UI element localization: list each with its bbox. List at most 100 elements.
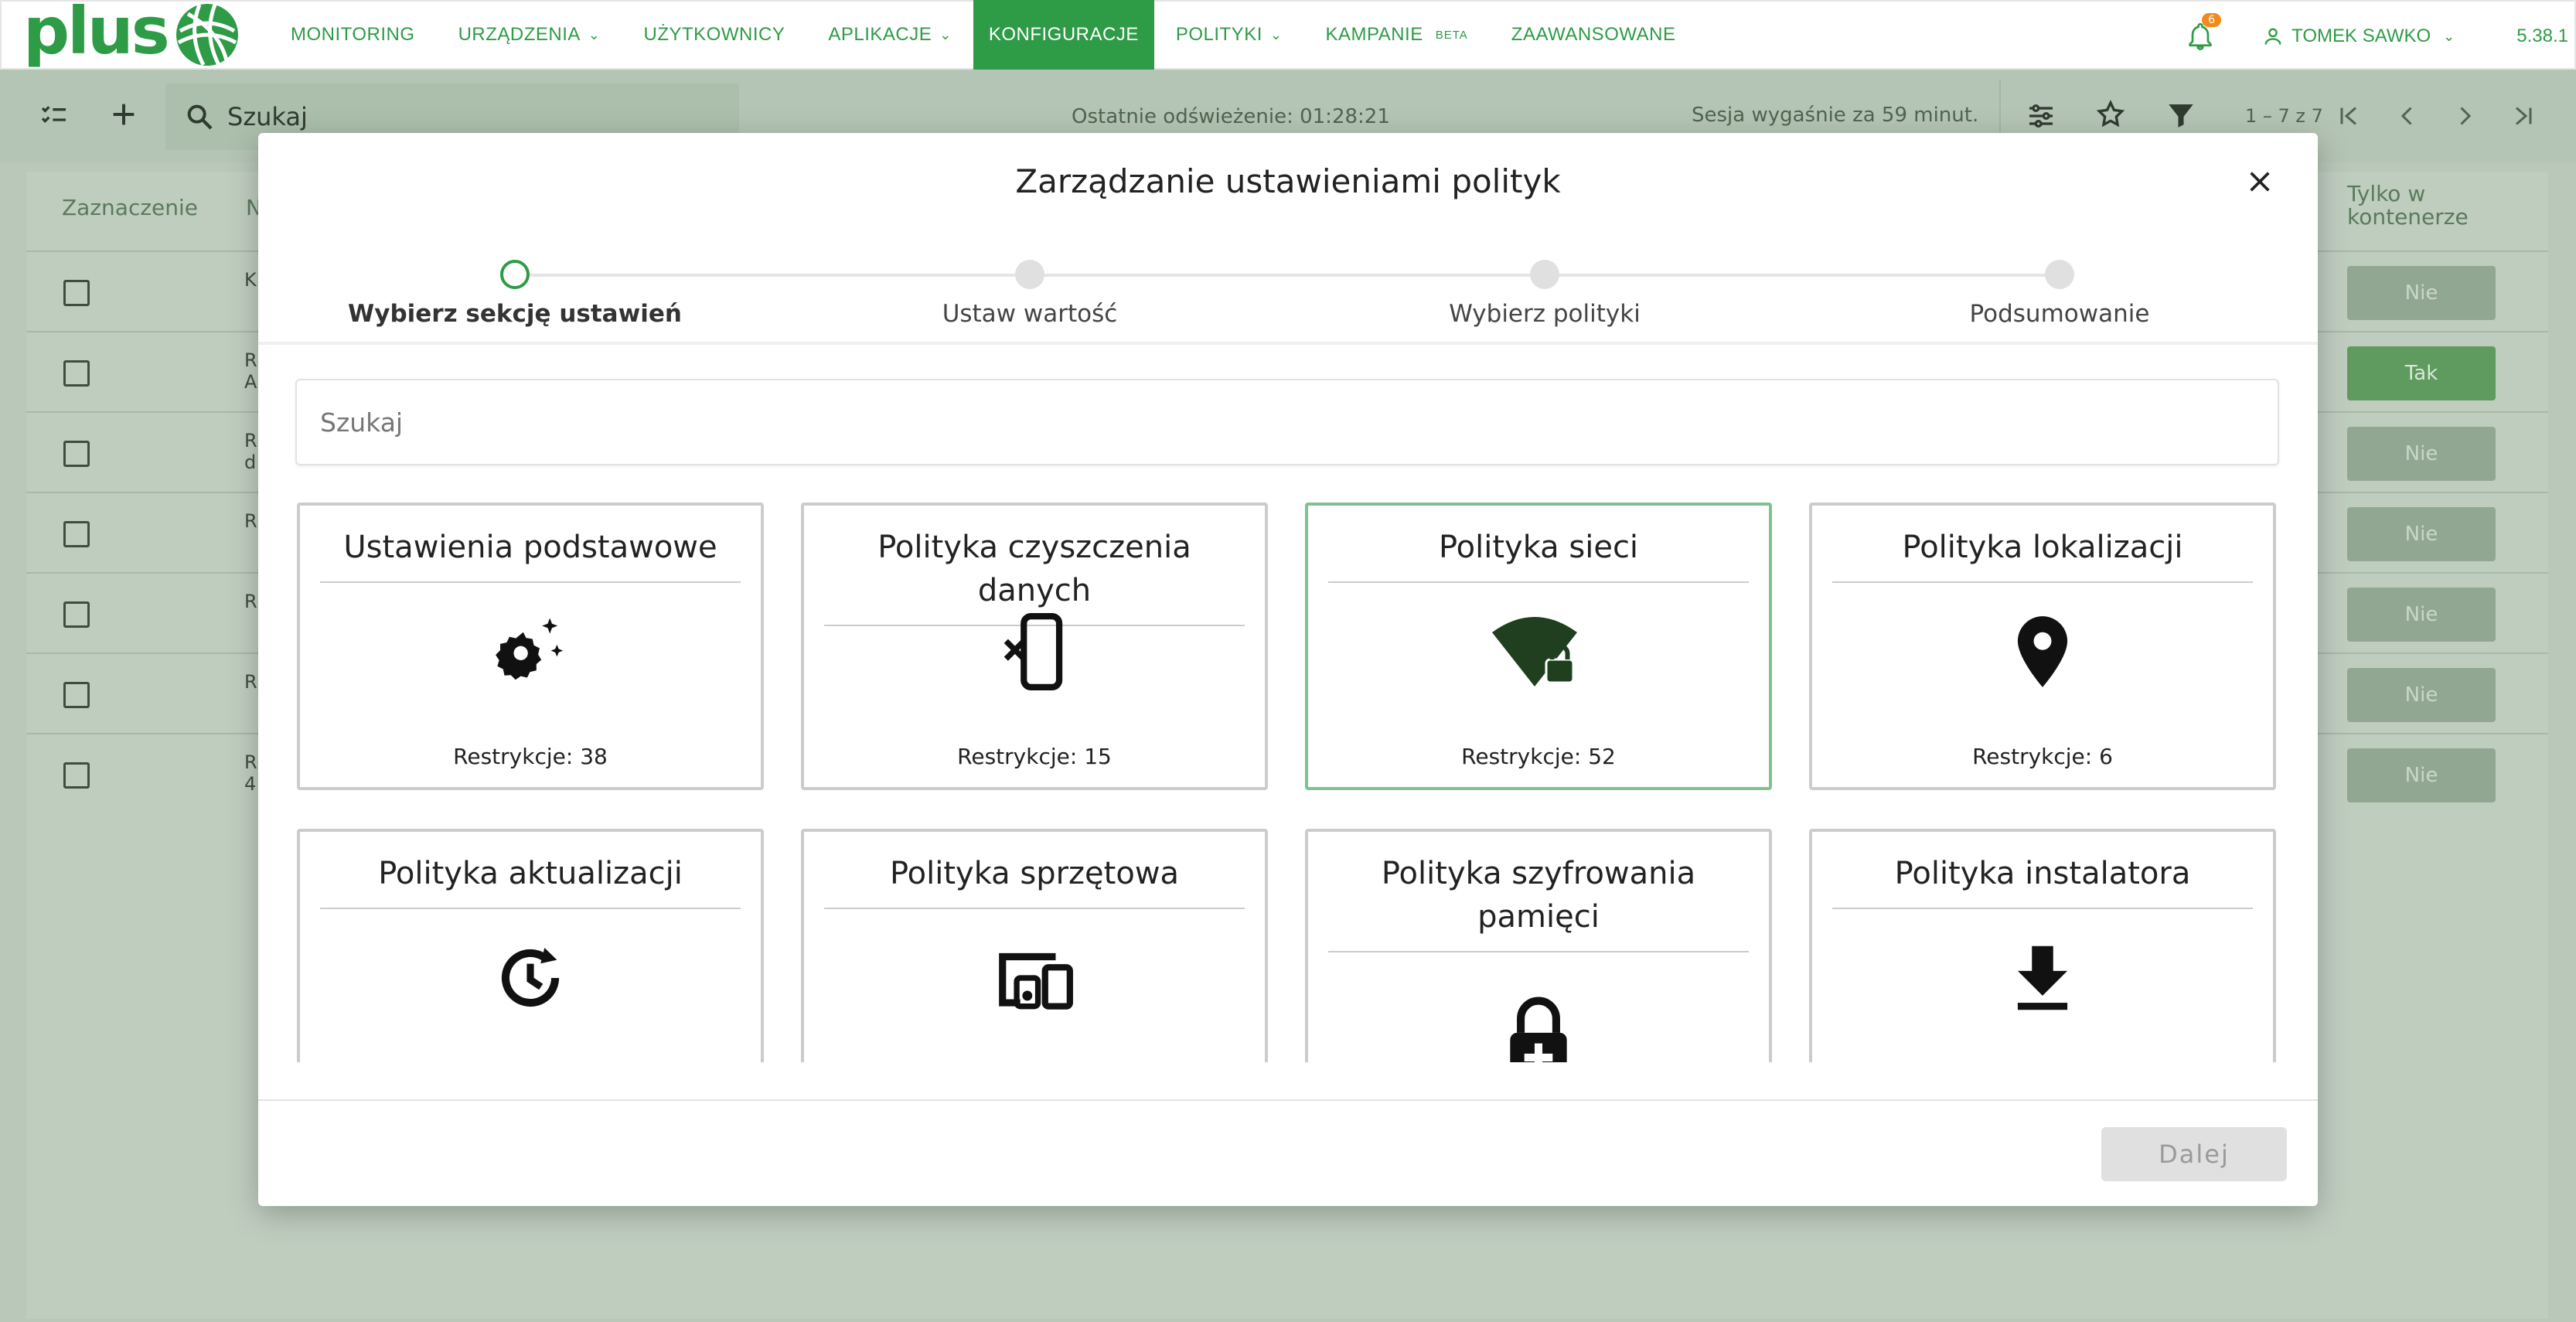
download-icon xyxy=(1812,935,2273,1020)
step-label: Ustaw wartość xyxy=(942,300,1118,328)
nav-aplikacje[interactable]: APLIKACJE ⌄ xyxy=(806,0,973,70)
previous-page-icon[interactable] xyxy=(2394,102,2421,130)
nav-kampanie[interactable]: KAMPANIE BETA xyxy=(1303,0,1489,70)
nav-zaawansowane[interactable]: ZAAWANSOWANE xyxy=(1490,0,1698,70)
user-name: TOMEK SAWKO xyxy=(2291,26,2431,46)
section-card-update-policy[interactable]: Polityka aktualizacji xyxy=(297,829,764,1062)
nav-monitoring[interactable]: MONITORING xyxy=(269,0,437,70)
first-page-icon[interactable] xyxy=(2335,102,2363,130)
container-status-pill: Nie xyxy=(2347,507,2496,561)
nav-urzadzenia[interactable]: URZĄDZENIA ⌄ xyxy=(437,0,622,70)
top-navigation-bar: plus MONITORING URZĄDZENIA ⌄ UŻYTKOWNICY … xyxy=(0,0,2576,70)
column-header-container: Tylko w kontenerze xyxy=(2347,181,2469,230)
row-name: R d xyxy=(244,430,257,473)
step-select-section: Wybierz sekcję ustawień xyxy=(322,249,708,328)
nav-label: POLITYKI xyxy=(1175,24,1262,45)
step-select-policies: Wybierz polityki xyxy=(1351,249,1738,328)
dialog-title: Zarządzanie ustawieniami polityk xyxy=(1015,162,1561,200)
restriction-count: Restrykcje: 6 xyxy=(1972,744,2113,769)
next-page-icon[interactable] xyxy=(2451,102,2479,130)
section-card-network-policy[interactable]: Polityka sieci Restrykcje: 52 xyxy=(1305,503,1772,790)
notifications-button[interactable]: 6 xyxy=(2185,13,2222,52)
step-label: Wybierz polityki xyxy=(1449,300,1641,328)
stepper-line xyxy=(515,274,2061,277)
chevron-down-icon: ⌄ xyxy=(588,26,601,43)
nav-label: MONITORING xyxy=(291,24,415,45)
card-title: Polityka szyfrowania pamięci xyxy=(1328,852,1749,952)
restriction-count: Restrykcje: 52 xyxy=(1461,744,1616,769)
app-version: 5.38.1 xyxy=(2516,26,2568,46)
column-header-select: Zaznaczenie xyxy=(62,195,199,220)
row-checkbox[interactable] xyxy=(63,360,90,387)
container-status-pill: Nie xyxy=(2347,266,2496,320)
section-card-hardware-policy[interactable]: Polityka sprzętowa xyxy=(801,829,1268,1062)
notification-count-badge: 6 xyxy=(2202,13,2222,27)
brand-logo[interactable]: plus xyxy=(2,0,269,70)
step-indicator xyxy=(1530,260,1559,289)
logo-ball-icon xyxy=(175,4,238,66)
row-checkbox[interactable] xyxy=(63,521,90,547)
chevron-down-icon: ⌄ xyxy=(2443,28,2455,44)
checklist-icon[interactable] xyxy=(37,101,71,131)
user-menu[interactable]: TOMEK SAWKO ⌄ xyxy=(2262,26,2455,47)
settings-search-input[interactable]: Szukaj xyxy=(295,379,2279,465)
tune-icon[interactable] xyxy=(2026,101,2056,131)
card-title: Polityka sieci xyxy=(1328,526,1749,583)
section-card-installer-policy[interactable]: Polityka instalatora xyxy=(1809,829,2276,1062)
restriction-count: Restrykcje: 38 xyxy=(453,744,608,769)
step-set-value: Ustaw wartość xyxy=(837,249,1223,328)
stepper-divider xyxy=(258,342,2318,345)
star-icon[interactable] xyxy=(2095,99,2126,130)
step-label: Podsumowanie xyxy=(1969,300,2150,328)
row-name: R A xyxy=(244,349,257,393)
pagination-range: 1 – 7 z 7 xyxy=(2245,105,2323,127)
row-checkbox[interactable] xyxy=(63,441,90,467)
user-icon xyxy=(2264,28,2281,45)
row-checkbox[interactable] xyxy=(63,601,90,628)
container-status-pill: Tak xyxy=(2347,346,2496,400)
nav-uzytkownicy[interactable]: UŻYTKOWNICY xyxy=(622,0,807,70)
last-page-icon[interactable] xyxy=(2510,102,2537,130)
row-name: K xyxy=(244,269,257,291)
row-checkbox[interactable] xyxy=(63,762,90,789)
nav-label: KONFIGURACJE xyxy=(988,24,1139,45)
step-indicator xyxy=(2045,260,2074,289)
settings-sparkle-icon xyxy=(300,609,761,694)
section-card-location-policy[interactable]: Polityka lokalizacji Restrykcje: 6 xyxy=(1809,503,2276,790)
row-name: R xyxy=(244,671,257,693)
row-checkbox[interactable] xyxy=(63,280,90,306)
step-indicator xyxy=(1015,260,1044,289)
chevron-down-icon: ⌄ xyxy=(939,26,952,43)
section-card-basic-settings[interactable]: Ustawienia podstawowe Restrykcje: 38 xyxy=(297,503,764,790)
nav-polityki[interactable]: POLITYKI ⌄ xyxy=(1154,0,1304,70)
container-status-pill: Nie xyxy=(2347,427,2496,481)
filter-icon[interactable] xyxy=(2165,99,2197,131)
nav-konfiguracje[interactable]: KONFIGURACJE xyxy=(973,0,1154,70)
main-nav: MONITORING URZĄDZENIA ⌄ UŻYTKOWNICY APLIK… xyxy=(269,0,1697,70)
nav-label: APLIKACJE xyxy=(828,24,932,45)
add-icon[interactable] xyxy=(108,99,139,130)
update-clock-icon xyxy=(300,935,761,1020)
card-title: Polityka lokalizacji xyxy=(1832,526,2253,583)
next-button[interactable]: Dalej xyxy=(2101,1127,2287,1181)
container-status-pill: Nie xyxy=(2347,668,2496,722)
row-name: R 4 xyxy=(244,751,257,795)
section-card-storage-encryption-policy[interactable]: Polityka szyfrowania pamięci xyxy=(1305,829,1772,1062)
close-icon xyxy=(2250,172,2270,192)
row-name: R xyxy=(244,510,257,532)
search-placeholder: Szukaj xyxy=(320,407,404,438)
container-status-pill: Nie xyxy=(2347,588,2496,642)
beta-badge: BETA xyxy=(1435,28,1468,42)
step-indicator-current xyxy=(500,260,530,289)
nav-label: URZĄDZENIA xyxy=(458,24,581,45)
step-summary: Podsumowanie xyxy=(1866,249,2253,328)
card-title: Polityka sprzętowa xyxy=(824,852,1245,909)
row-checkbox[interactable] xyxy=(63,682,90,708)
footer-divider xyxy=(258,1099,2318,1101)
wifi-lock-icon xyxy=(1308,609,1769,694)
search-icon xyxy=(187,104,213,130)
section-card-data-wipe-policy[interactable]: Polityka czyszczenia danych Restrykcje: 1… xyxy=(801,503,1268,790)
step-label: Wybierz sekcję ustawień xyxy=(348,300,682,328)
row-name: R xyxy=(244,591,257,612)
close-button[interactable] xyxy=(2240,162,2279,201)
